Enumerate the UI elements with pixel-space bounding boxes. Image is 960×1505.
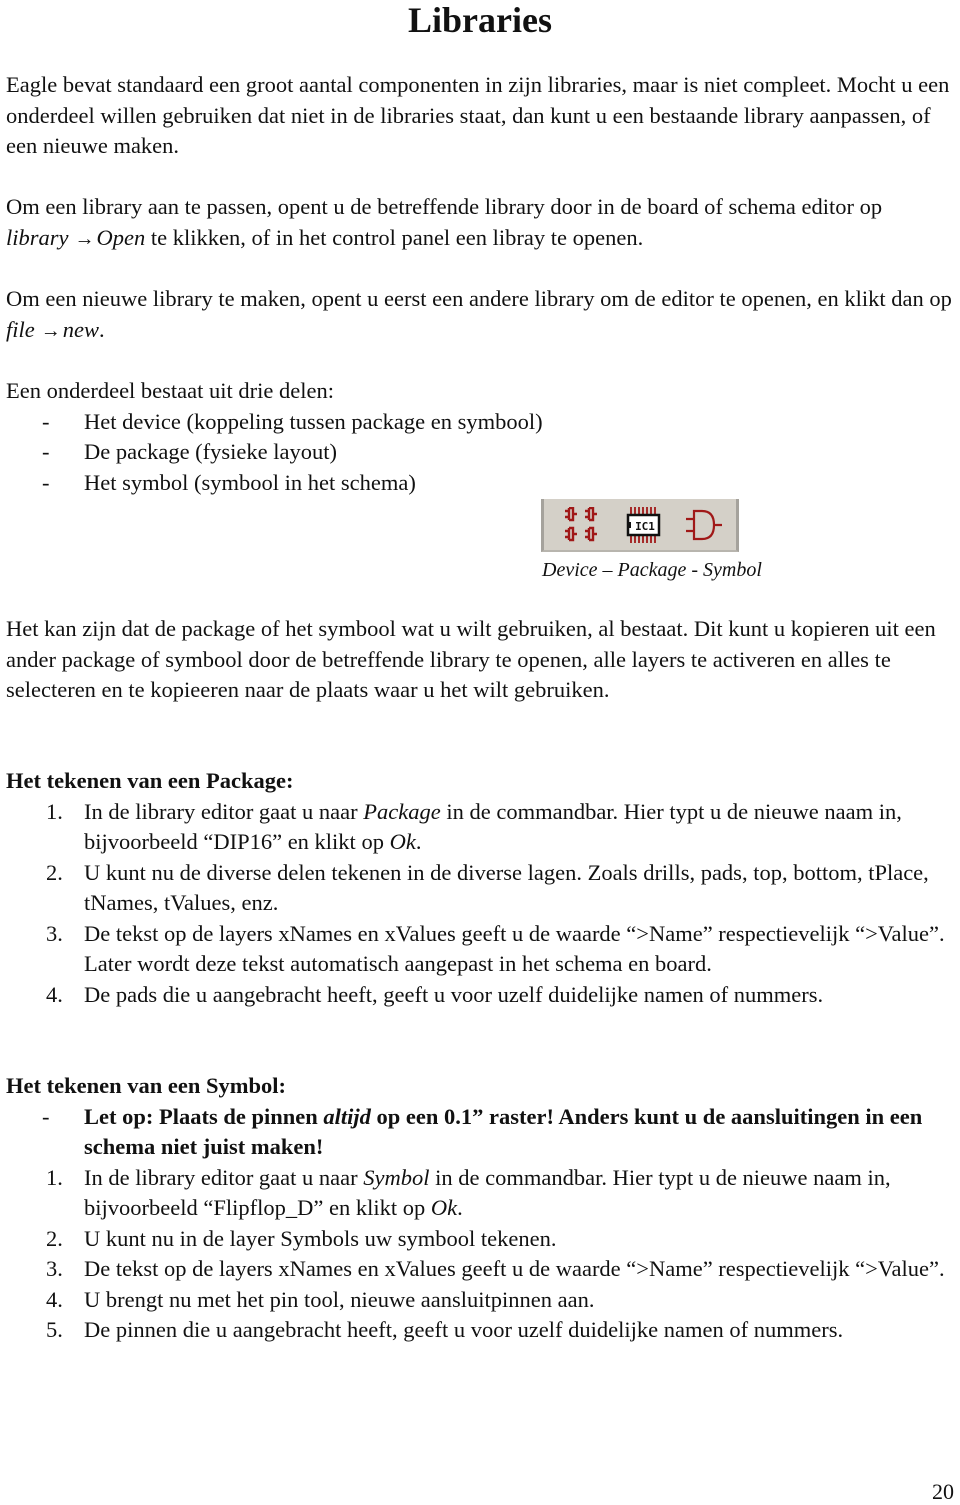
list-item: 1. In de library editor gaat u naar Symbo… bbox=[46, 1164, 891, 1221]
symbol-button[interactable] bbox=[682, 505, 726, 545]
package-button[interactable]: IC1 bbox=[624, 505, 664, 545]
copy-paragraph: Het kan zijn dat de package of het symbo… bbox=[6, 614, 956, 706]
package-steps: 1. In de library editor gaat u naar Packa… bbox=[6, 797, 956, 1011]
list-item: 3. De tekst op de layers xNames en xValue… bbox=[46, 920, 945, 977]
copy-text: Het kan zijn dat de package of het symbo… bbox=[6, 616, 936, 702]
device-button[interactable] bbox=[561, 505, 605, 545]
symbol-section: Het tekenen van een Symbol: - Let op: Pla… bbox=[6, 1071, 956, 1346]
symbol-icon bbox=[686, 509, 722, 541]
new-library-paragraph: Om een nieuwe library te maken, opent u … bbox=[6, 284, 956, 346]
page-number: 20 bbox=[932, 1479, 954, 1504]
list-item: 5. De pinnen die u aangebracht heeft, gee… bbox=[46, 1317, 844, 1342]
menu-open: Open bbox=[96, 224, 146, 250]
parts-intro: Een onderdeel bestaat uit drie delen: bbox=[6, 378, 334, 403]
menu-new: new bbox=[62, 316, 99, 342]
parts-section: Een onderdeel bestaat uit drie delen: -H… bbox=[6, 376, 956, 498]
intro-text: Eagle bevat standaard een groot aantal c… bbox=[6, 72, 950, 158]
page-title: Libraries bbox=[408, 0, 552, 40]
list-item: 4. U brengt nu met het pin tool, nieuwe a… bbox=[46, 1286, 595, 1312]
chip-label: IC1 bbox=[635, 520, 655, 533]
open-library-text-after: te klikken, of in het control panel een … bbox=[145, 224, 644, 250]
parts-list: - Het device (koppeling tussen package en… bbox=[6, 407, 956, 499]
symbol-steps: 1. In de library editor gaat u naar Symbo… bbox=[6, 1163, 956, 1346]
open-library-paragraph: Om een library aan te passen, opent u de… bbox=[6, 192, 956, 254]
new-library-text-before: Om een nieuwe library te maken, opent u … bbox=[6, 286, 952, 311]
library-toolbar: IC1 bbox=[541, 499, 739, 552]
symbol-warning: - Let op: Plaats de pinnen altijd op een … bbox=[6, 1102, 956, 1163]
package-section: Het tekenen van een Package: 1. In de lib… bbox=[6, 766, 956, 1010]
arrow-right-icon: → bbox=[74, 227, 95, 250]
list-item: 3. De tekst op de layers xNames en xValue… bbox=[46, 1256, 945, 1281]
list-item: 2. U kunt nu in de layer Symbols uw symbo… bbox=[46, 1225, 557, 1251]
intro-paragraph: Eagle bevat standaard een groot aantal c… bbox=[6, 70, 956, 162]
package-heading: Het tekenen van een Package: bbox=[6, 768, 294, 793]
menu-file: file bbox=[6, 316, 35, 342]
arrow-right-icon: → bbox=[40, 319, 61, 342]
list-item: 2. U kunt nu de diverse delen tekenen in … bbox=[46, 859, 929, 916]
list-item: - Het symbol (symbool in het schema) bbox=[42, 469, 416, 495]
list-item: - Het device (koppeling tussen package en… bbox=[42, 408, 543, 434]
warning-item: - Let op: Plaats de pinnen altijd op een … bbox=[42, 1103, 923, 1160]
toolbar-caption: Device – Package - Symbol bbox=[542, 559, 762, 581]
list-item: 1. In de library editor gaat u naar Packa… bbox=[46, 798, 902, 855]
list-item: - De package (fysieke layout) bbox=[42, 439, 338, 464]
symbol-heading: Het tekenen van een Symbol: bbox=[6, 1073, 286, 1098]
menu-library: library bbox=[6, 224, 69, 250]
package-icon: IC1 bbox=[626, 507, 661, 543]
device-icon bbox=[563, 507, 599, 542]
new-library-text-after: . bbox=[99, 316, 105, 342]
list-item: 4. De pads die u aangebracht heeft, geeft… bbox=[46, 981, 824, 1007]
open-library-text-before: Om een library aan te passen, opent u de… bbox=[6, 194, 883, 219]
